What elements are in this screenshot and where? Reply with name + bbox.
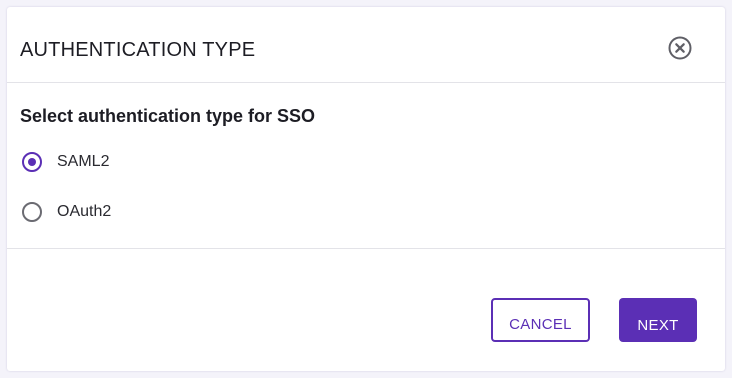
dialog-body: Select authentication type for SSO SAML2…: [7, 83, 725, 249]
radio-option-saml2[interactable]: SAML2: [20, 149, 220, 179]
cancel-button[interactable]: CANCEL: [491, 298, 590, 342]
close-circle-icon: [666, 34, 694, 62]
auth-type-prompt: Select authentication type for SSO: [20, 106, 316, 126]
radio-button-saml2[interactable]: [22, 152, 42, 172]
radio-selected-dot: [28, 158, 36, 166]
dialog-header: AUTHENTICATION TYPE: [7, 7, 725, 83]
radio-label-oauth2: OAuth2: [57, 203, 112, 220]
next-button[interactable]: NEXT: [619, 298, 697, 342]
radio-label-saml2: SAML2: [57, 153, 110, 170]
authentication-type-dialog: AUTHENTICATION TYPE Select authenticatio…: [7, 7, 725, 371]
dialog-title: AUTHENTICATION TYPE: [20, 39, 256, 61]
radio-button-oauth2[interactable]: [22, 202, 42, 222]
close-button[interactable]: [666, 34, 694, 62]
radio-option-oauth2[interactable]: OAuth2: [20, 199, 220, 229]
